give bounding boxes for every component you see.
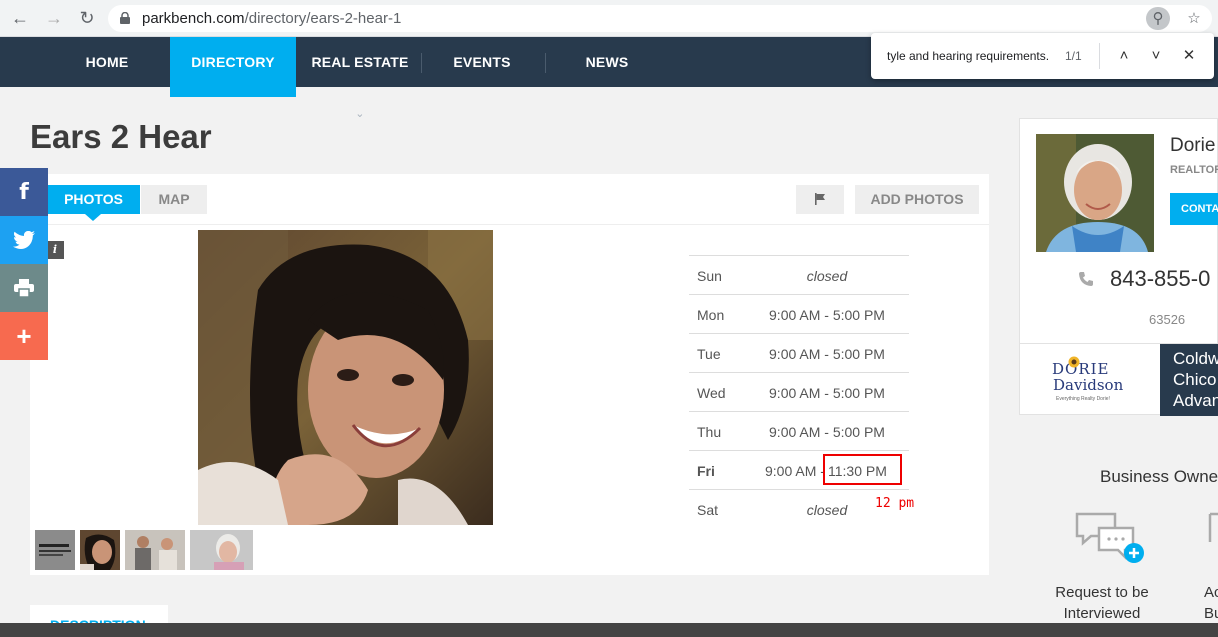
hours-day: Mon — [697, 307, 725, 323]
agent-photo[interactable] — [1036, 134, 1154, 252]
url-path: /directory/ears-2-hear-1 — [244, 10, 402, 27]
tab-map[interactable]: MAP — [141, 185, 207, 214]
main-photo[interactable] — [198, 230, 493, 525]
back-icon[interactable]: ← — [8, 7, 32, 31]
url-text: parkbench.com/directory/ears-2-hear-1 — [142, 10, 401, 27]
photo-thumbnail[interactable] — [125, 530, 185, 570]
tab-divider — [30, 224, 989, 225]
nav-real-estate-label: REAL ESTATE — [311, 54, 409, 70]
hours-row: Wed 9:00 AM - 5:00 PM — [689, 372, 909, 411]
chevron-down-icon: ⌄ — [355, 108, 365, 120]
hours-time: 9:00 AM - 5:00 PM — [769, 424, 885, 440]
facebook-share-button[interactable]: f — [0, 168, 48, 216]
hours-day: Sun — [697, 268, 722, 284]
woman-portrait-photo — [198, 230, 493, 525]
tab-photos[interactable]: PHOTOS — [47, 185, 140, 221]
elderly-woman-thumbnail-image — [190, 530, 253, 570]
hours-row-today: Fri 9:00 AM - 11:30 PM — [689, 450, 909, 489]
hours-table: Sun closed Mon 9:00 AM - 5:00 PM Tue 9:0… — [689, 255, 909, 528]
logo-thumbnail-image — [35, 530, 75, 570]
plus-icon: + — [16, 321, 32, 351]
contact-agent-button[interactable]: CONTA — [1170, 193, 1218, 225]
hours-row: Mon 9:00 AM - 5:00 PM — [689, 294, 909, 333]
agent-zip: 63526 — [1149, 312, 1186, 327]
people-thumbnail-image — [125, 530, 185, 570]
nav-divider — [545, 53, 546, 73]
nav-news[interactable]: NEWS — [560, 37, 654, 87]
nav-home[interactable]: HOME — [64, 37, 150, 87]
print-icon — [14, 279, 34, 298]
find-match-count: 1/1 — [1065, 49, 1082, 63]
twitter-share-button[interactable] — [0, 216, 48, 264]
hours-row: Sun closed — [689, 255, 909, 294]
browser-toolbar: ← → ↻ parkbench.com/directory/ears-2-hea… — [0, 0, 1218, 37]
next-feature-link[interactable]: Ac Bu — [1204, 582, 1218, 624]
url-domain: parkbench.com — [142, 10, 245, 27]
agent-phone[interactable]: 843-855-0 — [1110, 266, 1210, 292]
chat-bubbles-icon — [1075, 512, 1144, 563]
hours-time: 9:00 AM - 5:00 PM — [769, 346, 885, 362]
more-share-button[interactable]: + — [0, 312, 48, 360]
add-photos-button[interactable]: ADD PHOTOS — [855, 185, 979, 214]
hours-time: 9:00 AM - 5:00 PM — [769, 385, 885, 401]
find-bar: tyle and hearing requirements. 1/1 ˄ ˅ ✕ — [871, 33, 1214, 79]
handwritten-annotation: 12 pm — [875, 496, 915, 511]
find-close-icon[interactable]: ✕ — [1178, 45, 1200, 67]
badge-line: Advan — [1173, 391, 1218, 410]
agent-name: Dorie — [1170, 135, 1216, 156]
facebook-icon: f — [19, 180, 29, 205]
find-divider — [1099, 43, 1100, 69]
bottom-bar — [0, 623, 1218, 637]
hours-day: Wed — [697, 385, 726, 401]
find-next-icon[interactable]: ˅ — [1145, 45, 1167, 67]
sunflower-icon — [1068, 356, 1080, 368]
find-input[interactable]: tyle and hearing requirements. — [887, 49, 1049, 63]
nav-events[interactable]: EVENTS — [430, 37, 534, 87]
bookmark-star-icon[interactable]: ☆ — [1182, 7, 1206, 30]
forward-icon[interactable]: → — [42, 7, 66, 31]
address-bar[interactable]: parkbench.com/directory/ears-2-hear-1 ⚲ … — [108, 5, 1212, 32]
find-in-page-icon[interactable]: ⚲ — [1146, 7, 1170, 30]
request-interview-link[interactable]: Request to be Interviewed — [1040, 582, 1164, 624]
photo-thumbnail[interactable] — [190, 530, 253, 570]
report-flag-button[interactable] — [796, 185, 844, 214]
twitter-icon — [13, 230, 35, 249]
nav-real-estate[interactable]: REAL ESTATE ⌄ — [305, 37, 415, 120]
find-previous-icon[interactable]: ˄ — [1113, 45, 1135, 67]
badge-line: Chico — [1173, 370, 1217, 389]
coldwell-banker-badge: Coldw Chico Advan — [1160, 344, 1218, 416]
dorie-davidson-logo: DORIE Davidson Everything Realty Dorie! — [1026, 352, 1152, 408]
flag-icon — [815, 193, 825, 205]
page-title: Ears 2 Hear — [30, 118, 212, 155]
reload-icon[interactable]: ↻ — [75, 7, 99, 31]
photo-thumbnail[interactable] — [35, 530, 75, 570]
hours-day: Fri — [697, 463, 715, 479]
print-button[interactable] — [0, 264, 48, 312]
hours-day: Thu — [697, 424, 722, 440]
hours-day: Sat — [697, 502, 719, 518]
brokerage-banner: DORIE Davidson Everything Realty Dorie! … — [1020, 343, 1218, 416]
hours-row: Tue 9:00 AM - 5:00 PM — [689, 333, 909, 372]
photo-info-icon[interactable]: i — [46, 241, 64, 259]
photo-thumbnail[interactable] — [80, 530, 120, 570]
next-feature-icon — [1208, 512, 1218, 542]
nav-divider — [421, 53, 422, 73]
badge-line: Coldw — [1173, 349, 1218, 368]
hours-open-time: 9:00 AM - — [765, 463, 825, 479]
highlight-box — [823, 454, 902, 485]
hours-time: closed — [806, 268, 848, 284]
hours-row: Thu 9:00 AM - 5:00 PM — [689, 411, 909, 450]
hours-time: 9:00 AM - 5:00 PM — [769, 307, 885, 323]
lock-icon — [120, 12, 130, 24]
logo-line-2: Davidson — [1053, 376, 1124, 394]
hours-day: Tue — [697, 346, 721, 362]
business-owners-heading: Business Owne — [1100, 467, 1218, 486]
nav-directory[interactable]: DIRECTORY — [170, 37, 296, 97]
agent-card: Dorie REALTOR CONTA 843-855-0 63526 DORI… — [1019, 118, 1218, 416]
phone-icon — [1079, 272, 1093, 286]
agent-role: REALTOR — [1170, 164, 1218, 176]
agent-portrait-photo — [1036, 134, 1154, 252]
portrait-thumbnail-image — [80, 530, 120, 570]
logo-tagline: Everything Realty Dorie! — [1056, 396, 1110, 402]
